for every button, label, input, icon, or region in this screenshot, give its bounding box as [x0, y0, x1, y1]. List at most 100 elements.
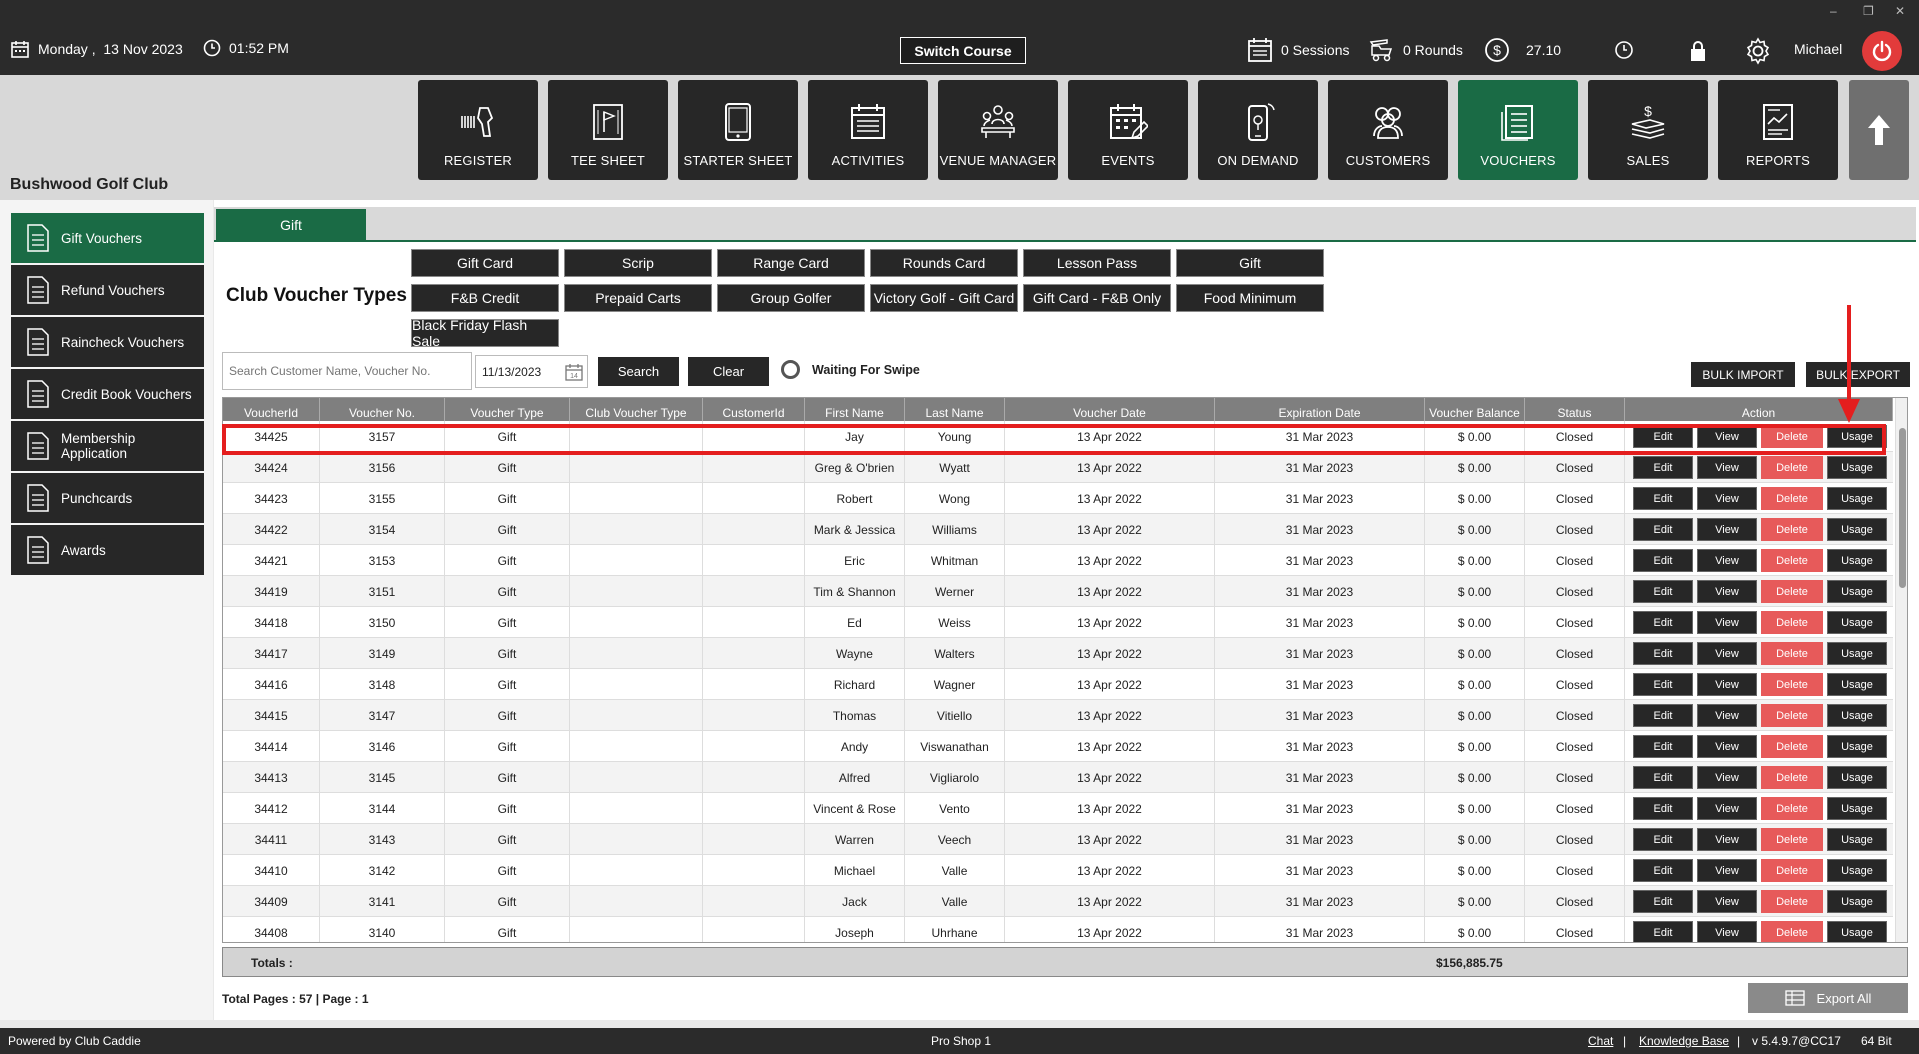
usage-button[interactable]: Usage: [1827, 921, 1887, 942]
usage-button[interactable]: Usage: [1827, 704, 1887, 727]
nav-tile-vouchers[interactable]: VOUCHERS: [1458, 80, 1578, 180]
table-row[interactable]: 34410 3142 Gift Michael Valle 13 Apr 2022 31 M…: [223, 855, 1893, 886]
delete-button[interactable]: Delete: [1761, 642, 1823, 665]
voucher-type-button[interactable]: Group Golfer: [717, 284, 865, 312]
table-row[interactable]: 34423 3155 Gift Robert Wong 13 Apr 2022 31 Mar…: [223, 483, 1893, 514]
chat-link[interactable]: Chat: [1588, 1034, 1613, 1048]
delete-button[interactable]: Delete: [1761, 487, 1823, 510]
column-header[interactable]: Voucher Type: [445, 398, 570, 421]
usage-button[interactable]: Usage: [1827, 673, 1887, 696]
collapse-nav-button[interactable]: [1849, 80, 1909, 180]
bulk-import-button[interactable]: BULK IMPORT: [1691, 362, 1795, 387]
nav-tile-events[interactable]: EVENTS: [1068, 80, 1188, 180]
nav-tile-customers[interactable]: CUSTOMERS: [1328, 80, 1448, 180]
sidebar-item-awards[interactable]: Awards: [11, 525, 204, 575]
voucher-type-button[interactable]: Prepaid Carts: [564, 284, 712, 312]
table-row[interactable]: 34422 3154 Gift Mark & Jessica Williams 13 Ap…: [223, 514, 1893, 545]
usage-button[interactable]: Usage: [1827, 797, 1887, 820]
nav-tile-on-demand[interactable]: ON DEMAND: [1198, 80, 1318, 180]
edit-button[interactable]: Edit: [1633, 890, 1693, 913]
edit-button[interactable]: Edit: [1633, 425, 1693, 448]
usage-button[interactable]: Usage: [1827, 642, 1887, 665]
table-row[interactable]: 34412 3144 Gift Vincent & Rose Vento 13 Apr 2…: [223, 793, 1893, 824]
table-row[interactable]: 34409 3141 Gift Jack Valle 13 Apr 2022 31 Mar …: [223, 886, 1893, 917]
view-button[interactable]: View: [1697, 921, 1757, 942]
voucher-type-button[interactable]: Lesson Pass: [1023, 249, 1171, 277]
sidebar-item-refund-vouchers[interactable]: Refund Vouchers: [11, 265, 204, 315]
view-button[interactable]: View: [1697, 704, 1757, 727]
waiting-for-swipe-radio[interactable]: [781, 360, 800, 379]
usage-button[interactable]: Usage: [1827, 735, 1887, 758]
delete-button[interactable]: Delete: [1761, 611, 1823, 634]
edit-button[interactable]: Edit: [1633, 735, 1693, 758]
voucher-type-button[interactable]: Gift: [1176, 249, 1324, 277]
close-window-button[interactable]: ✕: [1895, 4, 1905, 18]
view-button[interactable]: View: [1697, 456, 1757, 479]
edit-button[interactable]: Edit: [1633, 921, 1693, 942]
nav-tile-venue-manager[interactable]: VENUE MANAGER: [938, 80, 1058, 180]
edit-button[interactable]: Edit: [1633, 673, 1693, 696]
view-button[interactable]: View: [1697, 766, 1757, 789]
delete-button[interactable]: Delete: [1761, 425, 1823, 448]
usage-button[interactable]: Usage: [1827, 549, 1887, 572]
column-header[interactable]: Voucher Date: [1005, 398, 1215, 421]
usage-button[interactable]: Usage: [1827, 487, 1887, 510]
sidebar-item-membership-application[interactable]: Membership Application: [11, 421, 204, 471]
voucher-type-button[interactable]: F&B Credit: [411, 284, 559, 312]
date-field[interactable]: 11/13/2023 14: [475, 355, 588, 388]
nav-tile-tee-sheet[interactable]: TEE SHEET: [548, 80, 668, 180]
usage-button[interactable]: Usage: [1827, 890, 1887, 913]
nav-tile-activities[interactable]: ACTIVITIES: [808, 80, 928, 180]
usage-button[interactable]: Usage: [1827, 766, 1887, 789]
search-button[interactable]: Search: [598, 357, 679, 386]
view-button[interactable]: View: [1697, 890, 1757, 913]
column-header[interactable]: Expiration Date: [1215, 398, 1425, 421]
lock-button[interactable]: [1688, 40, 1708, 62]
delete-button[interactable]: Delete: [1761, 518, 1823, 541]
power-button[interactable]: [1862, 31, 1902, 71]
grid-scrollbar[interactable]: [1895, 398, 1907, 942]
voucher-type-button[interactable]: Victory Golf - Gift Card: [870, 284, 1018, 312]
column-header[interactable]: Status: [1525, 398, 1625, 421]
switch-course-button[interactable]: Switch Course: [900, 37, 1026, 64]
nav-tile-register[interactable]: REGISTER: [418, 80, 538, 180]
delete-button[interactable]: Delete: [1761, 859, 1823, 882]
delete-button[interactable]: Delete: [1761, 766, 1823, 789]
view-button[interactable]: View: [1697, 487, 1757, 510]
view-button[interactable]: View: [1697, 797, 1757, 820]
calendar-picker-icon[interactable]: 14: [565, 363, 583, 381]
edit-button[interactable]: Edit: [1633, 642, 1693, 665]
view-button[interactable]: View: [1697, 735, 1757, 758]
restore-button[interactable]: ❐: [1863, 4, 1874, 18]
bulk-export-button[interactable]: BULK EXPORT: [1806, 362, 1910, 387]
delete-button[interactable]: Delete: [1761, 921, 1823, 942]
column-header[interactable]: VoucherId: [223, 398, 320, 421]
sidebar-item-gift-vouchers[interactable]: Gift Vouchers: [11, 213, 204, 263]
history-display[interactable]: [1614, 40, 1634, 60]
table-row[interactable]: 34424 3156 Gift Greg & O'brien Wyatt 13 Apr 2…: [223, 452, 1893, 483]
user-name[interactable]: Michael: [1794, 41, 1842, 57]
usage-button[interactable]: Usage: [1827, 580, 1887, 603]
table-row[interactable]: 34411 3143 Gift Warren Veech 13 Apr 2022 31 Ma…: [223, 824, 1893, 855]
view-button[interactable]: View: [1697, 549, 1757, 572]
usage-button[interactable]: Usage: [1827, 518, 1887, 541]
delete-button[interactable]: Delete: [1761, 549, 1823, 572]
nav-tile-reports[interactable]: REPORTS: [1718, 80, 1838, 180]
delete-button[interactable]: Delete: [1761, 797, 1823, 820]
nav-tile-sales[interactable]: $ SALES: [1588, 80, 1708, 180]
edit-button[interactable]: Edit: [1633, 518, 1693, 541]
edit-button[interactable]: Edit: [1633, 828, 1693, 851]
voucher-type-button[interactable]: Black Friday Flash Sale: [411, 317, 559, 349]
sessions-display[interactable]: 0 Sessions: [1247, 37, 1349, 63]
search-input[interactable]: [222, 352, 472, 390]
edit-button[interactable]: Edit: [1633, 487, 1693, 510]
voucher-type-button[interactable]: Range Card: [717, 249, 865, 277]
edit-button[interactable]: Edit: [1633, 797, 1693, 820]
clear-button[interactable]: Clear: [688, 357, 769, 386]
table-row[interactable]: 34419 3151 Gift Tim & Shannon Werner 13 Apr 2…: [223, 576, 1893, 607]
view-button[interactable]: View: [1697, 518, 1757, 541]
view-button[interactable]: View: [1697, 611, 1757, 634]
edit-button[interactable]: Edit: [1633, 611, 1693, 634]
view-button[interactable]: View: [1697, 859, 1757, 882]
knowledge-base-link[interactable]: Knowledge Base: [1639, 1034, 1729, 1048]
